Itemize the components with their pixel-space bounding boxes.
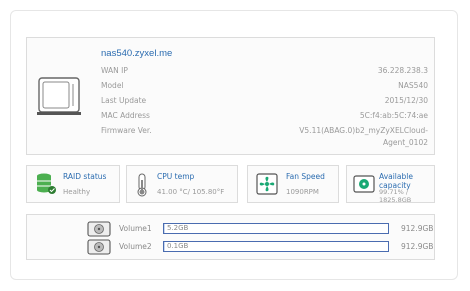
thermometer-icon — [137, 173, 147, 197]
model-label: Model — [101, 81, 124, 90]
capacity-card: Available capacity 99.71% / 1825.8GB — [346, 165, 435, 204]
database-icon — [37, 173, 56, 194]
hard-drive-icon — [87, 239, 111, 255]
volume-usage-bar: 5.2GB — [163, 223, 389, 234]
nas-device-icon — [37, 77, 81, 115]
volume-usage-fill — [164, 242, 165, 251]
device-info-card: nas540.zyxel.me WAN IP 36.228.238.3 Mode… — [26, 37, 435, 155]
fan-speed-title: Fan Speed — [286, 172, 325, 181]
model-value: NAS540 — [398, 81, 428, 90]
hard-drive-icon — [353, 175, 375, 193]
wan-ip-label: WAN IP — [101, 66, 128, 75]
raid-status-title: RAID status — [63, 172, 107, 181]
cpu-temp-card: CPU temp 41.00 °C/ 105.80°F — [126, 165, 238, 203]
volume-list-card: Volume1 5.2GB 912.9GB Volume2 0.1GB 912.… — [26, 214, 435, 260]
raid-status-value: Healthy — [63, 188, 91, 196]
mac-address-value: 5C:f4:ab:5C:74:ae — [359, 111, 428, 120]
fan-icon — [256, 173, 278, 195]
last-update-value: 2015/12/30 — [384, 96, 428, 105]
last-update-label: Last Update — [101, 96, 147, 105]
wan-ip-value: 36.228.238.3 — [377, 66, 428, 75]
fan-speed-value: 1090RPM — [286, 188, 319, 196]
raid-status-card: RAID status Healthy — [26, 165, 120, 203]
firmware-label: Firmware Ver. — [101, 126, 152, 135]
volume-total: 912.9GB — [401, 242, 434, 251]
firmware-value: V5.11(ABAG.0)b2_myZyXELCloud- — [299, 126, 428, 135]
volume-name: Volume2 — [119, 242, 152, 251]
volume-used: 0.1GB — [167, 242, 189, 250]
device-hostname[interactable]: nas540.zyxel.me — [101, 48, 172, 59]
volume-used: 5.2GB — [167, 224, 189, 232]
mac-address-label: MAC Address — [101, 111, 150, 120]
volume-usage-bar: 0.1GB — [163, 241, 389, 252]
fan-speed-card: Fan Speed 1090RPM — [247, 165, 339, 203]
volume-row[interactable]: Volume1 5.2GB 912.9GB — [27, 221, 434, 237]
volume-total: 912.9GB — [401, 224, 434, 233]
volume-name: Volume1 — [119, 224, 152, 233]
volume-row[interactable]: Volume2 0.1GB 912.9GB — [27, 239, 434, 255]
volume-usage-fill — [164, 224, 166, 233]
cpu-temp-title: CPU temp — [157, 172, 195, 181]
firmware-value-cont: Agent_0102 — [382, 138, 428, 147]
capacity-value: 99.71% / 1825.8GB — [379, 188, 412, 204]
hard-drive-icon — [87, 221, 111, 237]
cpu-temp-value: 41.00 °C/ 105.80°F — [157, 188, 225, 196]
